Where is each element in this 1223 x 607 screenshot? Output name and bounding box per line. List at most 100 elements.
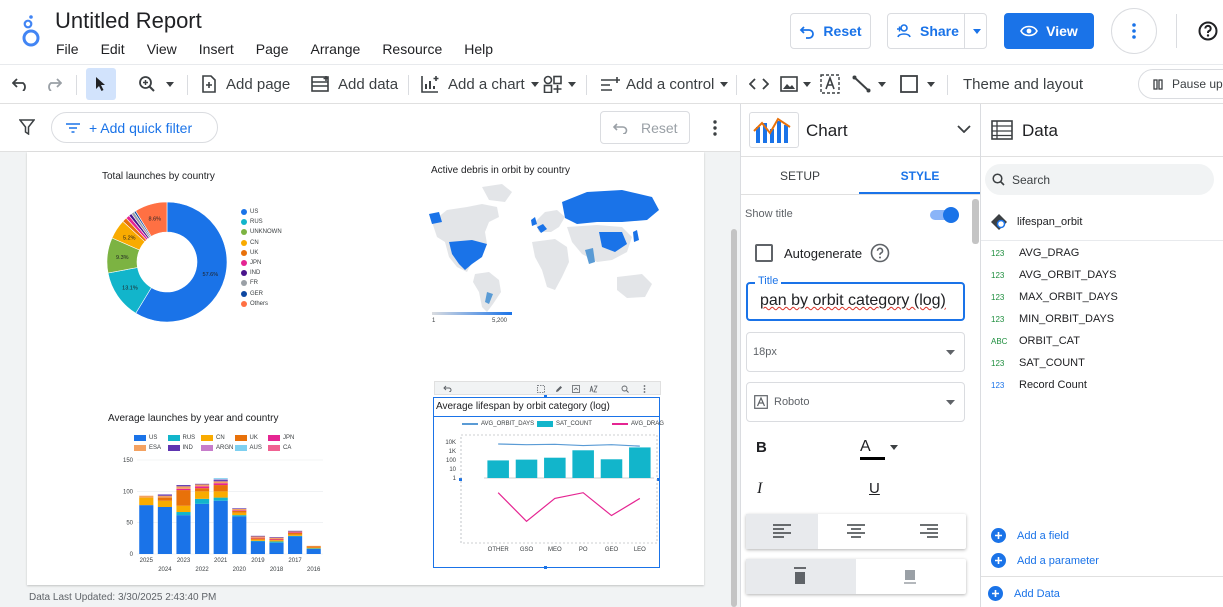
embed-code-button[interactable] [749, 65, 769, 103]
bar-segment[interactable] [288, 535, 303, 537]
menu-resource[interactable]: Resource [382, 41, 442, 57]
bar-segment[interactable] [195, 483, 210, 485]
pie-chart[interactable]: 57.6% 13.1% 9.3% 5.2% 8.6% [97, 192, 237, 332]
view-button[interactable]: View [1004, 13, 1094, 49]
resize-handle[interactable] [544, 566, 547, 569]
add-component-button[interactable] [543, 65, 576, 103]
legend-item[interactable]: Others [241, 300, 268, 307]
select-area-icon[interactable] [537, 385, 545, 393]
combo-chart[interactable]: 10K 1K 100 10 1 OTHER GSO MEO PO GEO LEO [434, 432, 659, 557]
add-field-button[interactable]: Add a field [991, 528, 1069, 543]
bar-segment[interactable] [232, 515, 247, 517]
looker-studio-logo-icon[interactable] [20, 14, 42, 48]
bar-segment[interactable] [250, 539, 265, 541]
bar[interactable] [629, 447, 651, 478]
bar-segment[interactable] [250, 540, 265, 542]
italic-button[interactable]: I [757, 480, 762, 498]
bar-segment[interactable] [176, 485, 191, 487]
pause-updates-button[interactable]: Pause up [1138, 69, 1223, 99]
bar-segment[interactable] [213, 478, 228, 480]
bar-segment[interactable] [176, 505, 191, 513]
bar[interactable] [515, 459, 538, 478]
legend-item[interactable]: AVG_DRAG [612, 421, 664, 427]
menu-edit[interactable]: Edit [101, 41, 125, 57]
field-item[interactable]: 123 MAX_ORBIT_DAYS [991, 286, 1118, 308]
legend-item[interactable]: CN [201, 435, 225, 441]
text-button[interactable] [820, 65, 840, 103]
bar-segment[interactable] [232, 516, 247, 554]
add-chart-button[interactable]: Add a chart [421, 65, 539, 103]
bar-segment[interactable] [269, 538, 284, 540]
field-item[interactable]: 123 SAT_COUNT [991, 352, 1085, 374]
field-item[interactable]: ABC ORBIT_CAT [991, 330, 1080, 352]
filter-reset-button[interactable]: Reset [600, 111, 690, 144]
panel-scrollbar[interactable] [972, 199, 979, 244]
bar-segment[interactable] [306, 548, 321, 549]
bar-segment[interactable] [306, 546, 321, 548]
legend-item[interactable]: SAT_COUNT [537, 421, 592, 427]
add-page-button[interactable]: Add page [201, 65, 290, 103]
field-item[interactable]: 123 AVG_DRAG [991, 242, 1079, 264]
legend-item[interactable]: AUS [234, 445, 262, 451]
legend-item[interactable]: US [241, 209, 258, 215]
tab-setup[interactable]: SETUP [741, 158, 859, 194]
resize-handle[interactable] [544, 395, 547, 398]
bar-segment[interactable] [176, 515, 191, 554]
add-data-source-button[interactable]: Add Data [988, 586, 1060, 601]
legend-item[interactable]: JPN [268, 435, 294, 441]
series-line[interactable] [498, 443, 640, 447]
reset-button[interactable]: Reset [790, 13, 871, 49]
bar-segment[interactable] [213, 479, 228, 481]
image-button[interactable] [780, 65, 811, 103]
bar-segment[interactable] [195, 484, 210, 487]
font-size-select[interactable]: 18px [746, 332, 965, 372]
more-vert-icon[interactable] [643, 385, 646, 393]
bar-segment[interactable] [250, 541, 265, 554]
autogenerate-checkbox[interactable] [755, 244, 773, 262]
bar-segment[interactable] [176, 490, 191, 506]
line-button[interactable] [852, 65, 886, 103]
sort-az-icon[interactable] [589, 385, 598, 393]
bar[interactable] [487, 460, 509, 478]
show-title-toggle[interactable] [930, 207, 959, 223]
data-source-name[interactable]: lifespan_orbit [1017, 216, 1082, 228]
bar-segment[interactable] [269, 540, 284, 542]
menu-help[interactable]: Help [464, 41, 493, 57]
select-tool-button[interactable] [86, 68, 116, 100]
valign-middle-icon[interactable] [904, 567, 916, 585]
bar-segment[interactable] [176, 486, 191, 489]
bar-segment[interactable] [195, 503, 210, 554]
legend-item[interactable]: UK [234, 435, 258, 441]
font-family-select[interactable]: Roboto [746, 382, 965, 422]
add-data-button[interactable]: Add data [311, 65, 398, 103]
bar-segment[interactable] [306, 545, 321, 547]
underline-button[interactable]: U [869, 480, 880, 497]
bar-segment[interactable] [232, 510, 247, 513]
bar-segment[interactable] [176, 512, 191, 516]
legend-item[interactable]: CN [241, 239, 259, 246]
zoom-icon[interactable] [621, 385, 629, 393]
bar-segment[interactable] [232, 508, 247, 511]
bar-segment[interactable] [213, 481, 228, 484]
menu-file[interactable]: File [56, 41, 79, 57]
bar-segment[interactable] [306, 548, 321, 554]
bar-segment[interactable] [139, 495, 154, 498]
bar-segment[interactable] [157, 500, 172, 507]
bar[interactable] [600, 459, 623, 478]
series-line[interactable] [497, 492, 641, 523]
bar[interactable] [572, 450, 594, 478]
legend-item[interactable]: IND [167, 445, 193, 451]
bar-segment[interactable] [213, 491, 228, 498]
bar-segment[interactable] [176, 488, 191, 491]
field-item[interactable]: 123 Record Count [991, 374, 1087, 396]
legend-item[interactable]: CA [268, 445, 291, 451]
bar-segment[interactable] [213, 485, 228, 492]
bar-segment[interactable] [232, 510, 247, 511]
legend-item[interactable]: RUS [241, 219, 263, 226]
bar-segment[interactable] [213, 480, 228, 482]
chart-type-icon[interactable] [749, 112, 799, 148]
bar-segment[interactable] [232, 508, 247, 509]
bar-segment[interactable] [195, 488, 210, 492]
report-title[interactable]: Untitled Report [55, 8, 202, 34]
bar-segment[interactable] [157, 507, 172, 554]
